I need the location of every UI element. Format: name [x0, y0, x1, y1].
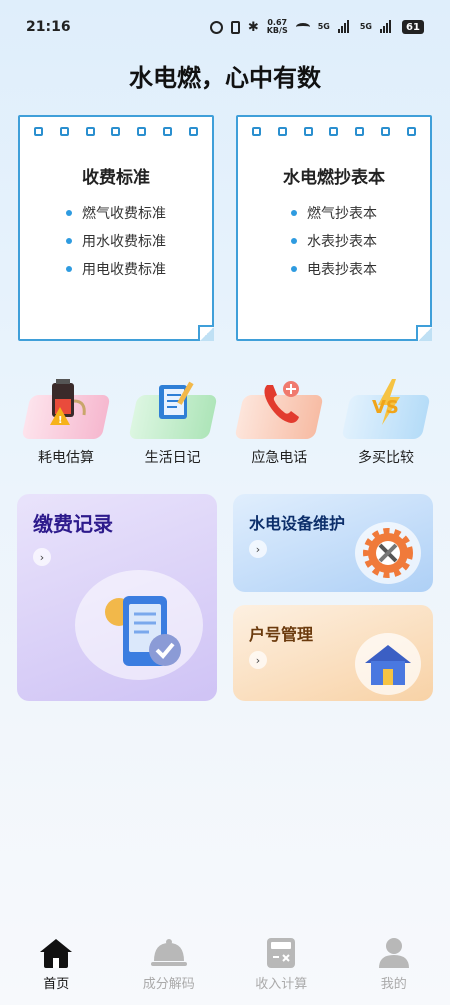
- quick-action-power-estimate[interactable]: ! 耗电估算: [16, 375, 116, 467]
- user-icon: [378, 938, 409, 968]
- network-speed-unit: KB/S: [266, 26, 288, 35]
- signal-label-1: 5G: [317, 22, 330, 31]
- tab-label: 成分解码: [142, 977, 195, 992]
- chevron-right-icon: ›: [33, 548, 51, 566]
- vibrate-icon: [230, 20, 240, 34]
- bullet-icon: [291, 238, 297, 244]
- svg-text:VS: VS: [372, 397, 399, 418]
- notebook-rings: [34, 127, 198, 136]
- bottom-tab-bar: 首页 成分解码 收入计算 我的: [0, 935, 450, 1005]
- payment-record-card[interactable]: 缴费记录 ›: [17, 494, 217, 701]
- note-item-label: 燃气抄表本: [307, 206, 377, 222]
- vs-icon: VS: [372, 379, 400, 425]
- bluetooth-icon: ✱: [247, 19, 259, 35]
- home-icon: [40, 939, 73, 968]
- quick-actions: ! 耗电估算 生活日记 应急电话 VS 多买比较: [16, 375, 436, 467]
- account-management-card[interactable]: 户号管理 ›: [233, 605, 433, 701]
- battery-warning-icon: !: [50, 379, 86, 426]
- signal-label-2: 5G: [359, 22, 372, 31]
- page-fold: [416, 325, 432, 341]
- wifi-icon: [295, 23, 310, 31]
- meter-book-card[interactable]: 水电燃抄表本 燃气抄表本 水表抄表本 电表抄表本: [236, 115, 432, 341]
- quick-action-label: 多买比较: [357, 450, 414, 466]
- cloche-icon: [150, 939, 187, 966]
- fee-standard-gas[interactable]: 燃气收费标准: [20, 199, 212, 227]
- quick-action-life-diary[interactable]: 生活日记: [123, 375, 223, 467]
- equipment-maintenance-card[interactable]: 水电设备维护 ›: [233, 494, 433, 592]
- tab-label: 首页: [43, 977, 70, 992]
- quick-action-label: 生活日记: [144, 450, 201, 466]
- chevron-right-icon: ›: [249, 540, 267, 558]
- bill-phone-icon: [105, 596, 181, 666]
- tab-label: 收入计算: [255, 977, 308, 992]
- calculator-icon: [267, 938, 296, 968]
- battery-icon: 61: [402, 20, 424, 34]
- bullet-icon: [291, 266, 297, 272]
- meter-book-electric[interactable]: 电表抄表本: [238, 255, 430, 283]
- tab-income-calc[interactable]: 收入计算: [231, 935, 331, 1005]
- note-item-label: 燃气收费标准: [82, 206, 166, 222]
- bullet-icon: [66, 210, 72, 216]
- status-bar: 21:16 ✱ 0.67 KB/S 5G 5G 61: [0, 0, 450, 54]
- meter-book-gas[interactable]: 燃气抄表本: [238, 199, 430, 227]
- card-title: 缴费记录: [33, 512, 113, 536]
- gear-tools-icon: [363, 528, 413, 578]
- card-title: 户号管理: [249, 625, 314, 644]
- notebook-icon: [158, 381, 194, 419]
- status-icons: ✱ 0.67 KB/S 5G 5G 61: [209, 19, 424, 35]
- tab-label: 我的: [380, 977, 407, 992]
- fee-standard-electric[interactable]: 用电收费标准: [20, 255, 212, 283]
- card-title: 水电设备维护: [249, 514, 346, 533]
- svg-text:!: !: [58, 415, 63, 426]
- signal-icon-2: [380, 20, 394, 33]
- meter-book-water[interactable]: 水表抄表本: [238, 227, 430, 255]
- quick-action-label: 耗电估算: [38, 450, 94, 466]
- note-title: 收费标准: [82, 168, 150, 188]
- alarm-icon: [209, 20, 223, 34]
- bullet-icon: [66, 238, 72, 244]
- quick-action-emergency-phone[interactable]: 应急电话: [229, 375, 329, 467]
- note-title: 水电燃抄表本: [283, 168, 385, 188]
- quick-action-label: 应急电话: [251, 450, 308, 466]
- status-time: 21:16: [26, 19, 71, 35]
- page-fold: [198, 325, 214, 341]
- tab-ingredient-decode[interactable]: 成分解码: [119, 935, 219, 1005]
- house-icon: [365, 645, 411, 685]
- tab-home[interactable]: 首页: [6, 935, 106, 1005]
- page-title: 水电燃，心中有数: [129, 64, 321, 92]
- note-item-label: 用水收费标准: [82, 234, 166, 250]
- bullet-icon: [66, 266, 72, 272]
- note-item-label: 用电收费标准: [82, 262, 166, 278]
- network-speed: 0.67 KB/S: [267, 19, 288, 35]
- tab-profile[interactable]: 我的: [344, 935, 444, 1005]
- fee-standard-water[interactable]: 用水收费标准: [20, 227, 212, 255]
- chevron-right-icon: ›: [249, 651, 267, 669]
- note-item-label: 水表抄表本: [307, 234, 377, 250]
- fee-standard-card[interactable]: 收费标准 燃气收费标准 用水收费标准 用电收费标准: [18, 115, 214, 341]
- quick-action-compare[interactable]: VS 多买比较: [336, 375, 436, 467]
- bullet-icon: [291, 210, 297, 216]
- signal-icon: [337, 20, 352, 33]
- phone-icon: [264, 381, 300, 423]
- note-item-label: 电表抄表本: [307, 262, 377, 278]
- notebook-rings: [252, 127, 416, 136]
